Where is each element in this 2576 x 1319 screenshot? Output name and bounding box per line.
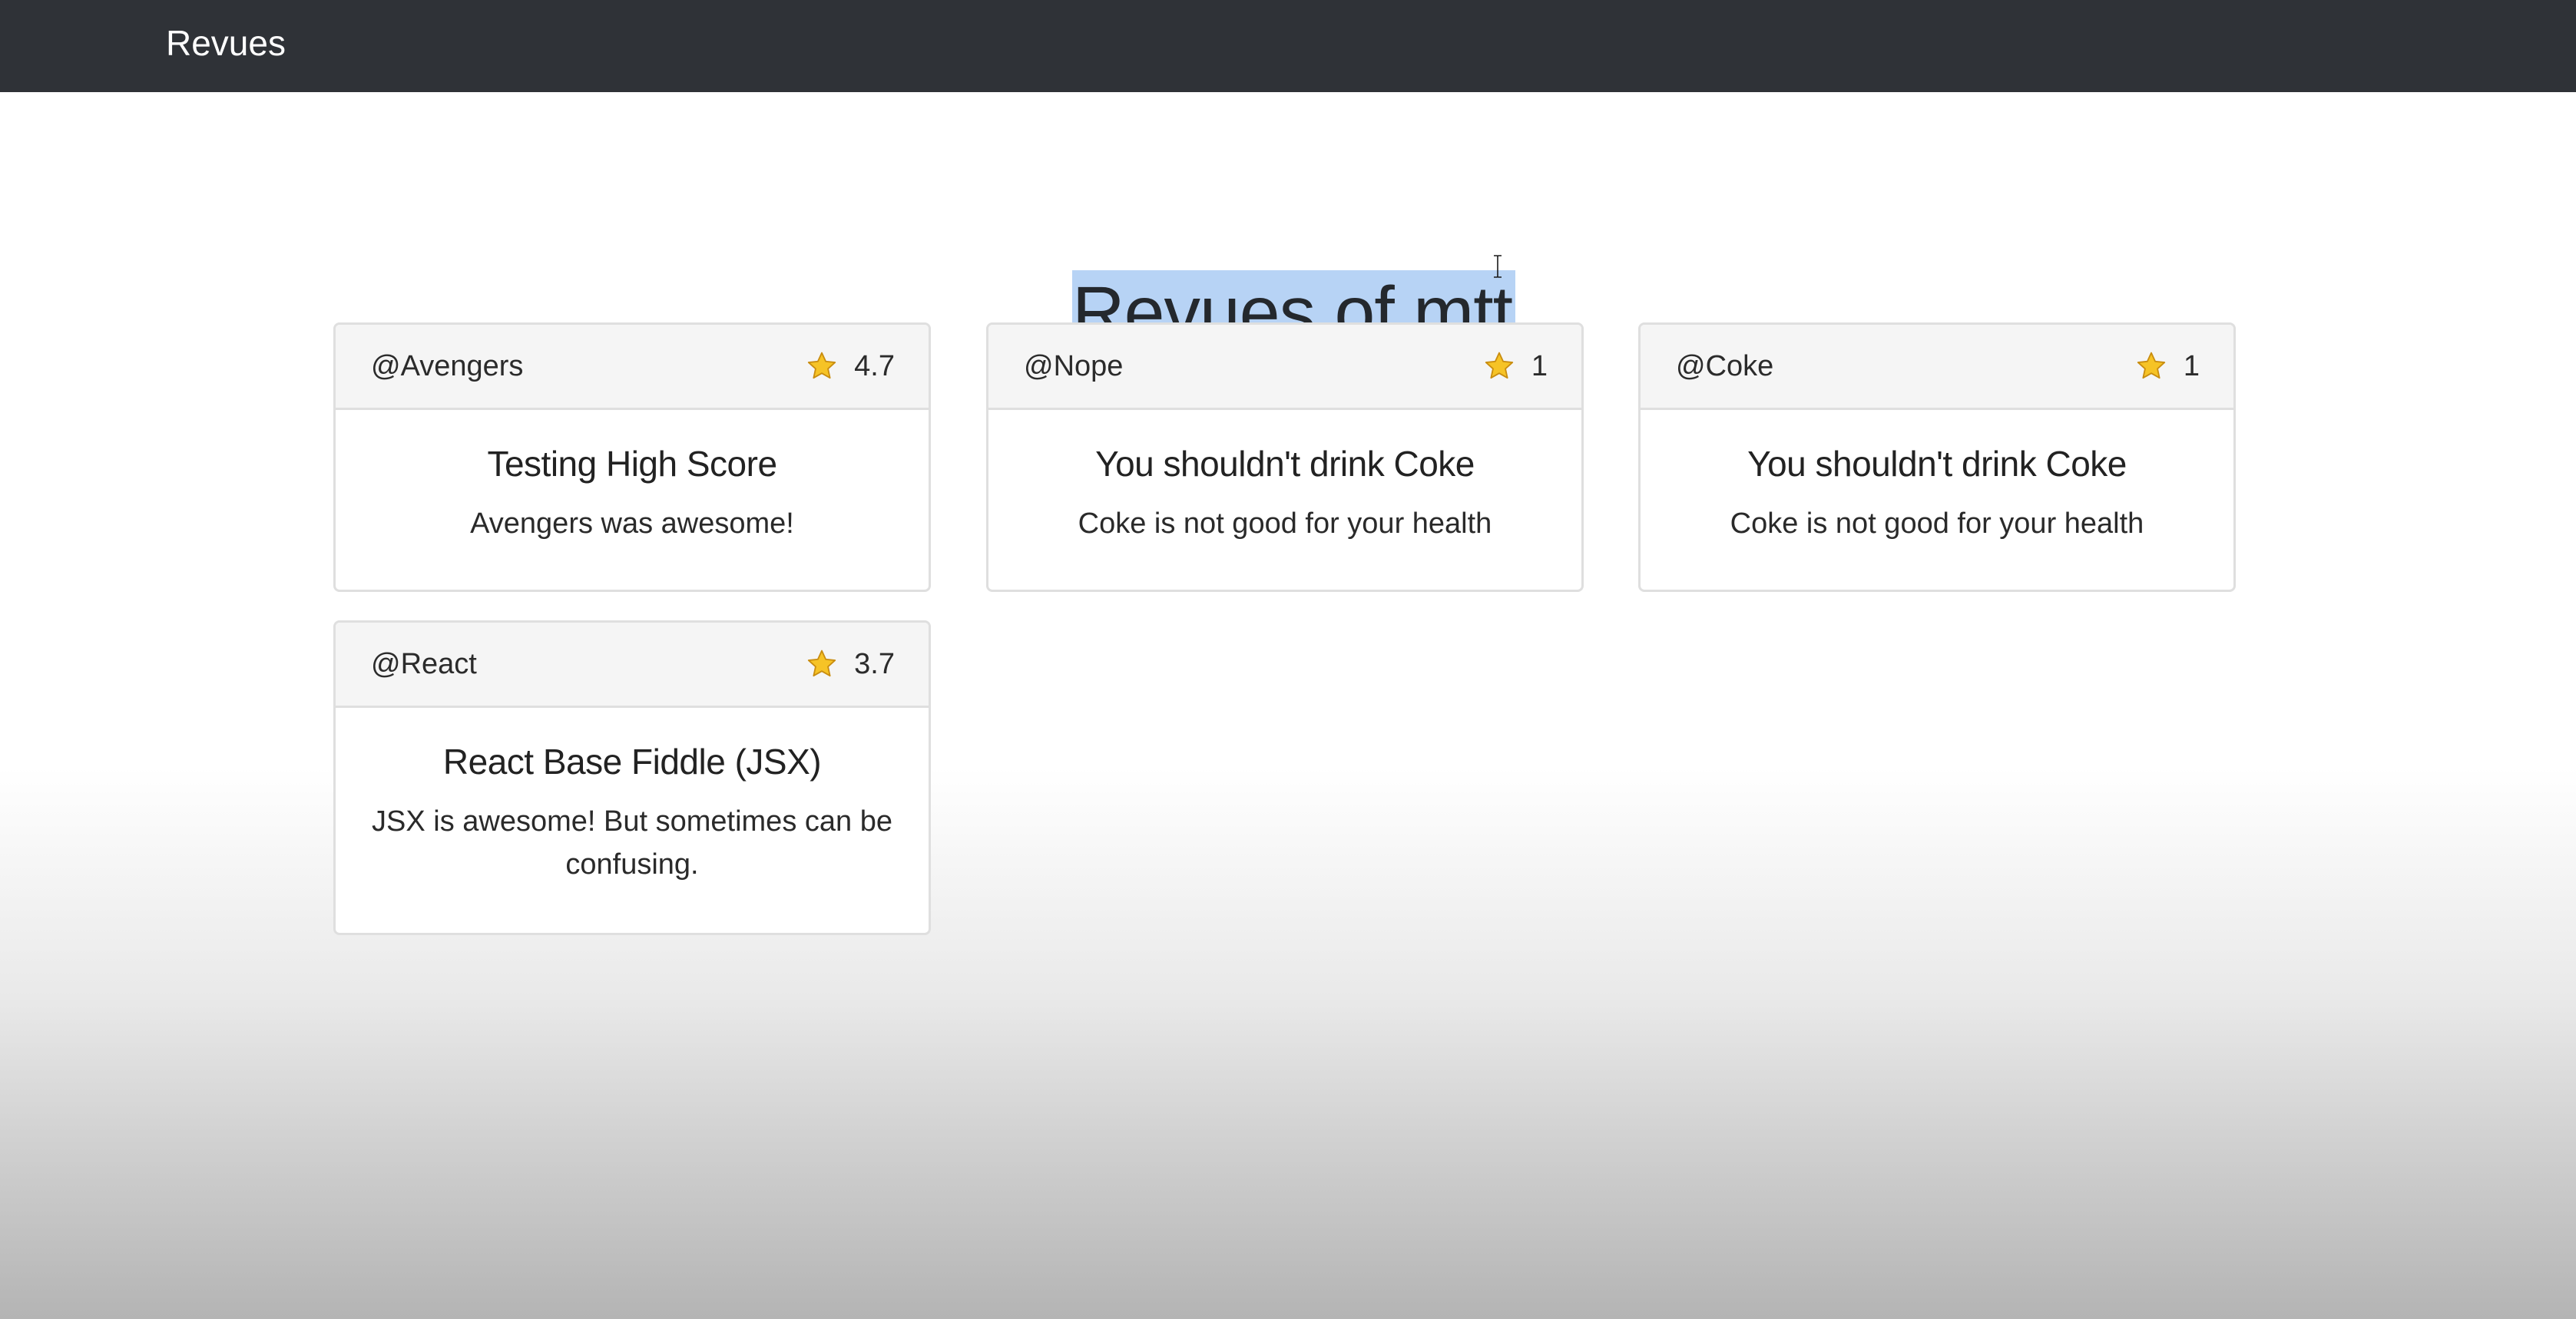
review-card-coke: @Coke 1 You shouldn't drink Coke Coke is… — [1638, 322, 2236, 592]
card-text: JSX is awesome! But sometimes can be con… — [372, 805, 892, 881]
card-title: You shouldn't drink Coke — [1095, 444, 1475, 484]
card-title: React Base Fiddle (JSX) — [442, 742, 822, 782]
card-rating: 1 — [2134, 325, 2200, 408]
card-title: You shouldn't drink Coke — [1747, 444, 2127, 484]
card-text: Avengers was awesome! — [470, 507, 794, 540]
card-header: @Nope 1 — [988, 325, 1581, 410]
rating-value: 3.7 — [854, 647, 895, 680]
card-handle[interactable]: @Nope — [1024, 325, 1123, 408]
card-title: Testing High Score — [487, 444, 777, 484]
card-handle[interactable]: @Avengers — [371, 325, 523, 408]
star-icon — [2137, 352, 2166, 379]
star-icon — [808, 352, 836, 379]
rating-value: 4.7 — [854, 349, 895, 382]
card-header: @Avengers 4.7 — [336, 325, 929, 410]
card-text: Coke is not good for your health — [1730, 507, 2144, 540]
card-rating: 3.7 — [805, 623, 895, 706]
card-body: React Base Fiddle (JSX) JSX is awesome! … — [336, 708, 929, 917]
navbar: Revues — [0, 0, 2576, 92]
review-card-nope: @Nope 1 You shouldn't drink Coke Coke is… — [986, 322, 1584, 592]
review-card-react: @React 3.7 React Base Fiddle (JSX) JSX i… — [333, 620, 931, 935]
card-body: Testing High Score Avengers was awesome! — [336, 410, 929, 576]
card-body: You shouldn't drink Coke Coke is not goo… — [988, 410, 1581, 576]
card-header: @React 3.7 — [336, 623, 929, 708]
card-handle[interactable]: @React — [371, 623, 477, 706]
star-icon — [808, 650, 836, 677]
card-header: @Coke 1 — [1641, 325, 2233, 410]
card-handle[interactable]: @Coke — [1676, 325, 1773, 408]
text-cursor-icon — [1494, 255, 1502, 278]
brand-link[interactable]: Revues — [166, 20, 286, 66]
card-body: You shouldn't drink Coke Coke is not goo… — [1641, 410, 2233, 576]
card-rating: 4.7 — [805, 325, 895, 408]
star-icon — [1485, 352, 1514, 379]
review-card-avengers: @Avengers 4.7 Testing High Score Avenger… — [333, 322, 931, 592]
card-text: Coke is not good for your health — [1078, 507, 1492, 540]
card-rating: 1 — [1482, 325, 1548, 408]
rating-value: 1 — [1531, 349, 1548, 382]
rating-value: 1 — [2183, 349, 2200, 382]
